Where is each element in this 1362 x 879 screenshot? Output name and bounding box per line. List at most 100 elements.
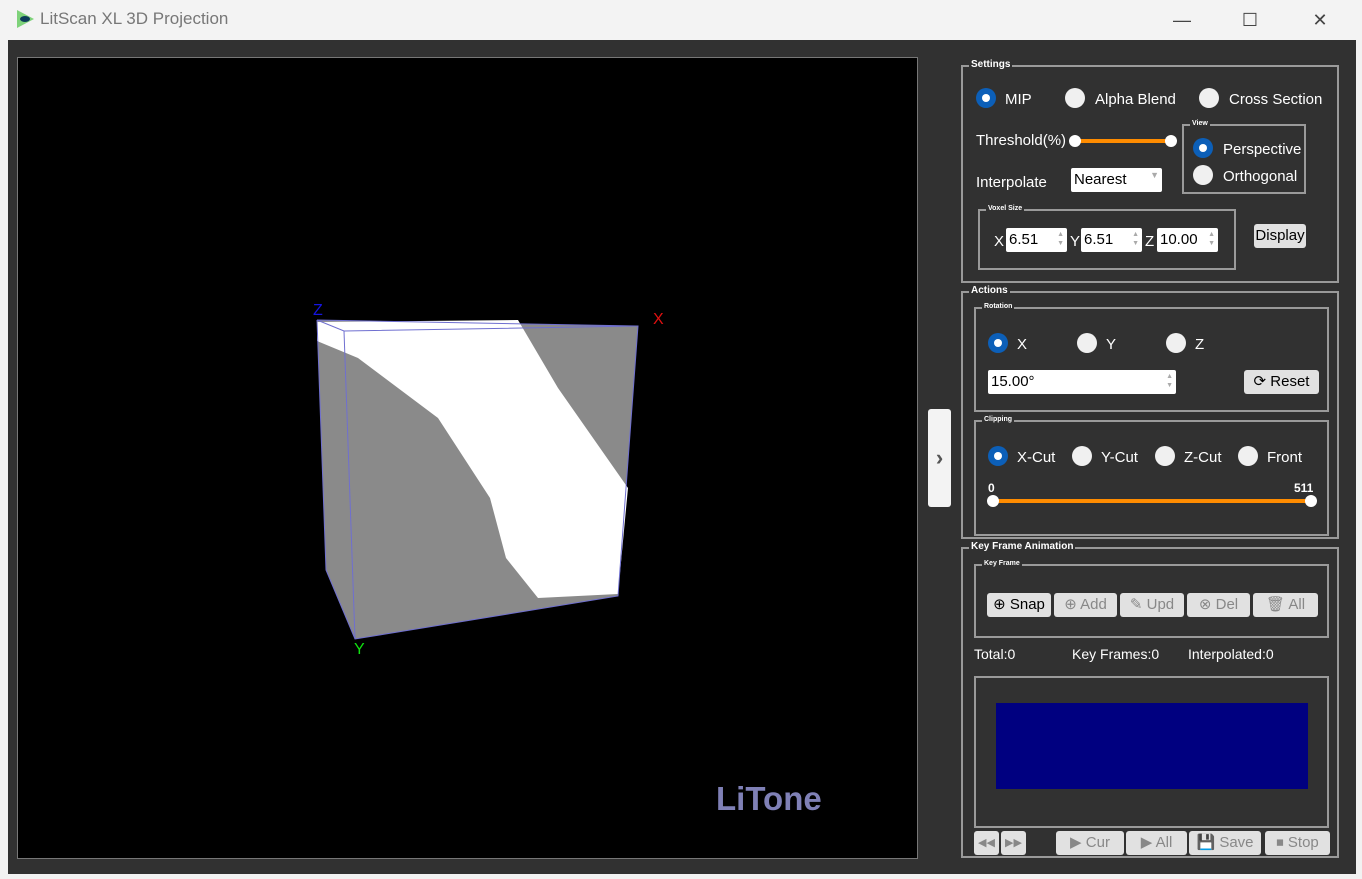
delete-label: Del <box>1215 596 1239 613</box>
spin-arrows-icon[interactable]: ▲ ▼ <box>1057 230 1064 248</box>
voxel-y-value: 6.51 <box>1084 231 1114 248</box>
mode-alpha-blend-label: Alpha Blend <box>1095 91 1176 108</box>
rotation-y-radio[interactable] <box>1077 333 1097 353</box>
spin-arrows-icon[interactable]: ▲ ▼ <box>1132 230 1139 248</box>
panel-toggle-chevron-icon[interactable]: › <box>928 409 951 507</box>
voxel-z-label: Z <box>1145 233 1155 250</box>
stop-button[interactable]: ⏹ Stop <box>1265 831 1330 855</box>
key-frame-animation-title: Key Frame Animation <box>969 541 1076 552</box>
clip-z-cut-radio[interactable] <box>1155 446 1175 466</box>
key-frame-group: Key Frame ⊕ Snap ⊕ Add ✎ Upd ⊗ Del 🗑 All <box>974 560 1329 638</box>
mode-mip-label: MIP <box>1005 91 1032 108</box>
dropdown-arrow-icon: ▼ <box>1150 170 1159 180</box>
reset-label: Reset <box>1270 373 1310 390</box>
app-logo-icon <box>17 10 34 28</box>
spin-arrows-icon[interactable]: ▲ ▼ <box>1208 230 1215 248</box>
clip-front-radio[interactable] <box>1238 446 1258 466</box>
window-title: LitScan XL 3D Projection <box>40 9 229 28</box>
total-count: Total:0 <box>974 646 1016 662</box>
maximize-button[interactable]: ☐ <box>1227 6 1273 34</box>
clip-z-cut-label: Z-Cut <box>1184 449 1222 466</box>
play-all-label: All <box>1155 834 1173 851</box>
rotation-x-radio[interactable] <box>988 333 1008 353</box>
voxel-z-input[interactable]: 10.00 ▲ ▼ <box>1157 228 1218 252</box>
rotation-z-radio[interactable] <box>1166 333 1186 353</box>
mode-mip-radio[interactable] <box>976 88 996 108</box>
threshold-min-handle[interactable] <box>1069 135 1081 147</box>
delete-all-button[interactable]: 🗑 All <box>1253 593 1318 617</box>
voxel-size-title: Voxel Size <box>986 205 1025 212</box>
axis-label-z: Z <box>313 302 323 319</box>
clip-y-cut-radio[interactable] <box>1072 446 1092 466</box>
clip-y-cut-label: Y-Cut <box>1101 449 1138 466</box>
play-all-button[interactable]: ▶ All <box>1126 831 1187 855</box>
display-button[interactable]: Display <box>1254 224 1306 248</box>
settings-title: Settings <box>969 59 1013 70</box>
animation-preview-frame <box>974 676 1329 828</box>
plus-circle-icon: ⊕ <box>1064 596 1077 613</box>
refresh-icon: ⟳ <box>1253 373 1267 390</box>
view-orthogonal-radio[interactable] <box>1193 165 1213 185</box>
rotation-x-label: X <box>1017 336 1028 353</box>
play-current-label: Cur <box>1085 834 1110 851</box>
clip-range-slider[interactable] <box>993 499 1311 503</box>
view-group: View Perspective Orthogonal <box>1182 120 1306 194</box>
clip-max-handle[interactable] <box>1305 495 1317 507</box>
snap-button[interactable]: ⊕ Snap <box>987 593 1051 617</box>
mode-cross-section-radio[interactable] <box>1199 88 1219 108</box>
voxel-y-label: Y <box>1070 233 1081 250</box>
clip-x-cut-radio[interactable] <box>988 446 1008 466</box>
stop-icon: ⏹ <box>1276 834 1284 851</box>
delete-all-label: All <box>1288 596 1306 613</box>
clipping-group: Clipping X-Cut Y-Cut Z-Cut Front 0 511 <box>974 416 1329 536</box>
delete-button[interactable]: ⊗ Del <box>1187 593 1250 617</box>
voxel-y-input[interactable]: 6.51 ▲ ▼ <box>1081 228 1142 252</box>
interpolate-select[interactable]: Nearest ▼ <box>1071 168 1162 192</box>
spin-arrows-icon[interactable]: ▲ ▼ <box>1166 372 1173 390</box>
voxel-z-value: 10.00 <box>1160 231 1198 248</box>
clip-x-cut-label: X-Cut <box>1017 449 1056 466</box>
clip-min-label: 0 <box>988 481 995 495</box>
key-frames-count: Key Frames:0 <box>1072 646 1160 662</box>
settings-group: Settings MIP Alpha Blend Cross Section T… <box>961 59 1339 283</box>
clip-min-handle[interactable] <box>987 495 999 507</box>
save-button[interactable]: 💾 Save <box>1189 831 1261 855</box>
mode-alpha-blend-radio[interactable] <box>1065 88 1085 108</box>
close-button[interactable]: ✕ <box>1297 6 1343 34</box>
3d-viewport[interactable]: Z X Y LiTone <box>17 57 918 859</box>
actions-group: Actions Rotation X Y Z 15.00° ▲ ▼ ⟳ Reset … <box>961 285 1339 539</box>
stop-label: Stop <box>1287 834 1319 851</box>
rewind-button[interactable]: ◀◀ <box>974 831 999 855</box>
add-label: Add <box>1080 596 1107 613</box>
rotation-angle-input[interactable]: 15.00° ▲ ▼ <box>988 370 1176 394</box>
reset-button[interactable]: ⟳ Reset <box>1244 370 1319 394</box>
threshold-slider[interactable] <box>1075 139 1171 143</box>
voxel-size-group: Voxel Size X 6.51 ▲ ▼ Y 6.51 ▲ ▼ Z 10.00 ▲ ▼ <box>978 205 1236 270</box>
play-icon: ▶ <box>1140 834 1153 851</box>
brand-watermark: LiTone <box>716 780 822 817</box>
trash-icon: 🗑 <box>1265 596 1286 613</box>
clipping-title: Clipping <box>982 416 1014 423</box>
rotation-z-label: Z <box>1195 336 1205 353</box>
view-perspective-label: Perspective <box>1223 141 1302 158</box>
play-current-button[interactable]: ▶ Cur <box>1056 831 1124 855</box>
voxel-x-input[interactable]: 6.51 ▲ ▼ <box>1006 228 1067 252</box>
interpolate-label: Interpolate <box>976 174 1047 191</box>
update-button[interactable]: ✎ Upd <box>1120 593 1184 617</box>
minimize-button[interactable]: — <box>1159 6 1205 34</box>
volume-render <box>316 319 639 640</box>
add-button[interactable]: ⊕ Add <box>1054 593 1117 617</box>
clip-front-label: Front <box>1267 449 1303 466</box>
edit-icon: ✎ <box>1129 596 1143 613</box>
rotation-title: Rotation <box>982 303 1015 310</box>
axis-label-y: Y <box>354 641 365 658</box>
key-frame-animation-group: Key Frame Animation Key Frame ⊕ Snap ⊕ A… <box>961 541 1339 858</box>
view-perspective-radio[interactable] <box>1193 138 1213 158</box>
update-label: Upd <box>1146 596 1175 613</box>
interpolated-count: Interpolated:0 <box>1188 646 1274 662</box>
x-circle-icon: ⊗ <box>1198 596 1212 613</box>
threshold-max-handle[interactable] <box>1165 135 1177 147</box>
threshold-label: Threshold(%) <box>976 132 1067 149</box>
fast-forward-button[interactable]: ▶▶ <box>1001 831 1026 855</box>
actions-title: Actions <box>969 285 1010 296</box>
